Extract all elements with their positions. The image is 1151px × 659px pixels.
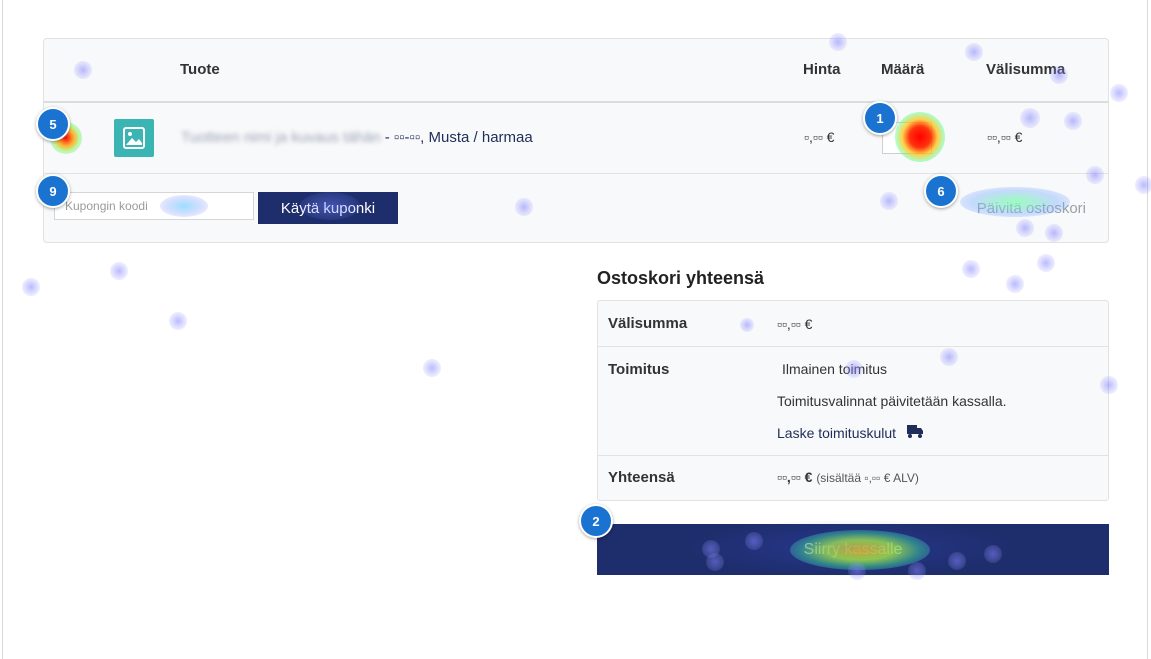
item-price: ▫,▫▫ €	[804, 129, 835, 145]
cart-totals-table: Välisumma ▫▫,▫▫ € Toimitus Ilmainen toim…	[597, 300, 1109, 501]
header-quantity: Määrä	[881, 61, 925, 78]
product-name-blurred: Tuotteen nimi ja kuvaus tähän	[181, 129, 381, 146]
header-product: Tuote	[180, 61, 220, 78]
step-badge-5: 5	[36, 107, 70, 141]
step-badge-1: 1	[863, 101, 897, 135]
total-tax-note: (sisältää ▫,▫▫ € ALV)	[816, 471, 919, 485]
coupon-code-input[interactable]	[54, 192, 254, 220]
shipping-free: Ilmainen toimitus	[782, 361, 888, 377]
total-label: Yhteensä	[608, 469, 675, 486]
update-cart-button[interactable]: Päivitä ostoskori	[977, 200, 1086, 217]
product-name-link[interactable]: Tuotteen nimi ja kuvaus tähän - ▫▫-▫▫, M…	[181, 129, 533, 146]
step-badge-6: 6	[924, 174, 958, 208]
product-thumbnail[interactable]	[114, 119, 154, 157]
image-icon	[123, 127, 145, 149]
product-variant: - ▫▫-▫▫, Musta / harmaa	[384, 129, 533, 146]
totals-total-row: Yhteensä ▫▫,▫▫ € (sisältää ▫,▫▫ € ALV)	[598, 456, 1108, 500]
total-value: ▫▫,▫▫ €	[777, 469, 813, 485]
header-price: Hinta	[803, 61, 841, 78]
subtotal-value: ▫▫,▫▫ €	[777, 316, 813, 332]
shipping-label: Toimitus	[608, 361, 670, 378]
proceed-to-checkout-button[interactable]: Siirry kassalle	[597, 524, 1109, 575]
cart-table-header: Tuote Hinta Määrä Välisumma	[44, 39, 1108, 103]
apply-coupon-button[interactable]: Käytä kuponki	[258, 192, 398, 224]
cart-table: Tuote Hinta Määrä Välisumma Tuotteen nim…	[43, 38, 1109, 243]
header-subtotal: Välisumma	[986, 61, 1066, 78]
cart-item-row: Tuotteen nimi ja kuvaus tähän - ▫▫-▫▫, M…	[44, 103, 1108, 174]
item-subtotal: ▫▫,▫▫ €	[987, 129, 1023, 145]
shipping-note: Toimitusvalinnat päivitetään kassalla.	[777, 393, 1007, 409]
totals-subtotal-row: Välisumma ▫▫,▫▫ €	[598, 301, 1108, 347]
step-badge-2: 2	[579, 504, 613, 538]
total-value-wrap: ▫▫,▫▫ € (sisältää ▫,▫▫ € ALV)	[777, 469, 919, 485]
calculate-shipping-label: Laske toimituskulut	[777, 425, 897, 441]
step-badge-9: 9	[36, 174, 70, 208]
subtotal-label: Välisumma	[608, 315, 688, 332]
totals-shipping-row: Toimitus Ilmainen toimitus Toimitusvalin…	[598, 347, 1108, 456]
cart-totals-title: Ostoskori yhteensä	[597, 268, 765, 288]
truck-icon	[906, 425, 923, 438]
calculate-shipping-link[interactable]: Laske toimituskulut	[777, 424, 924, 441]
